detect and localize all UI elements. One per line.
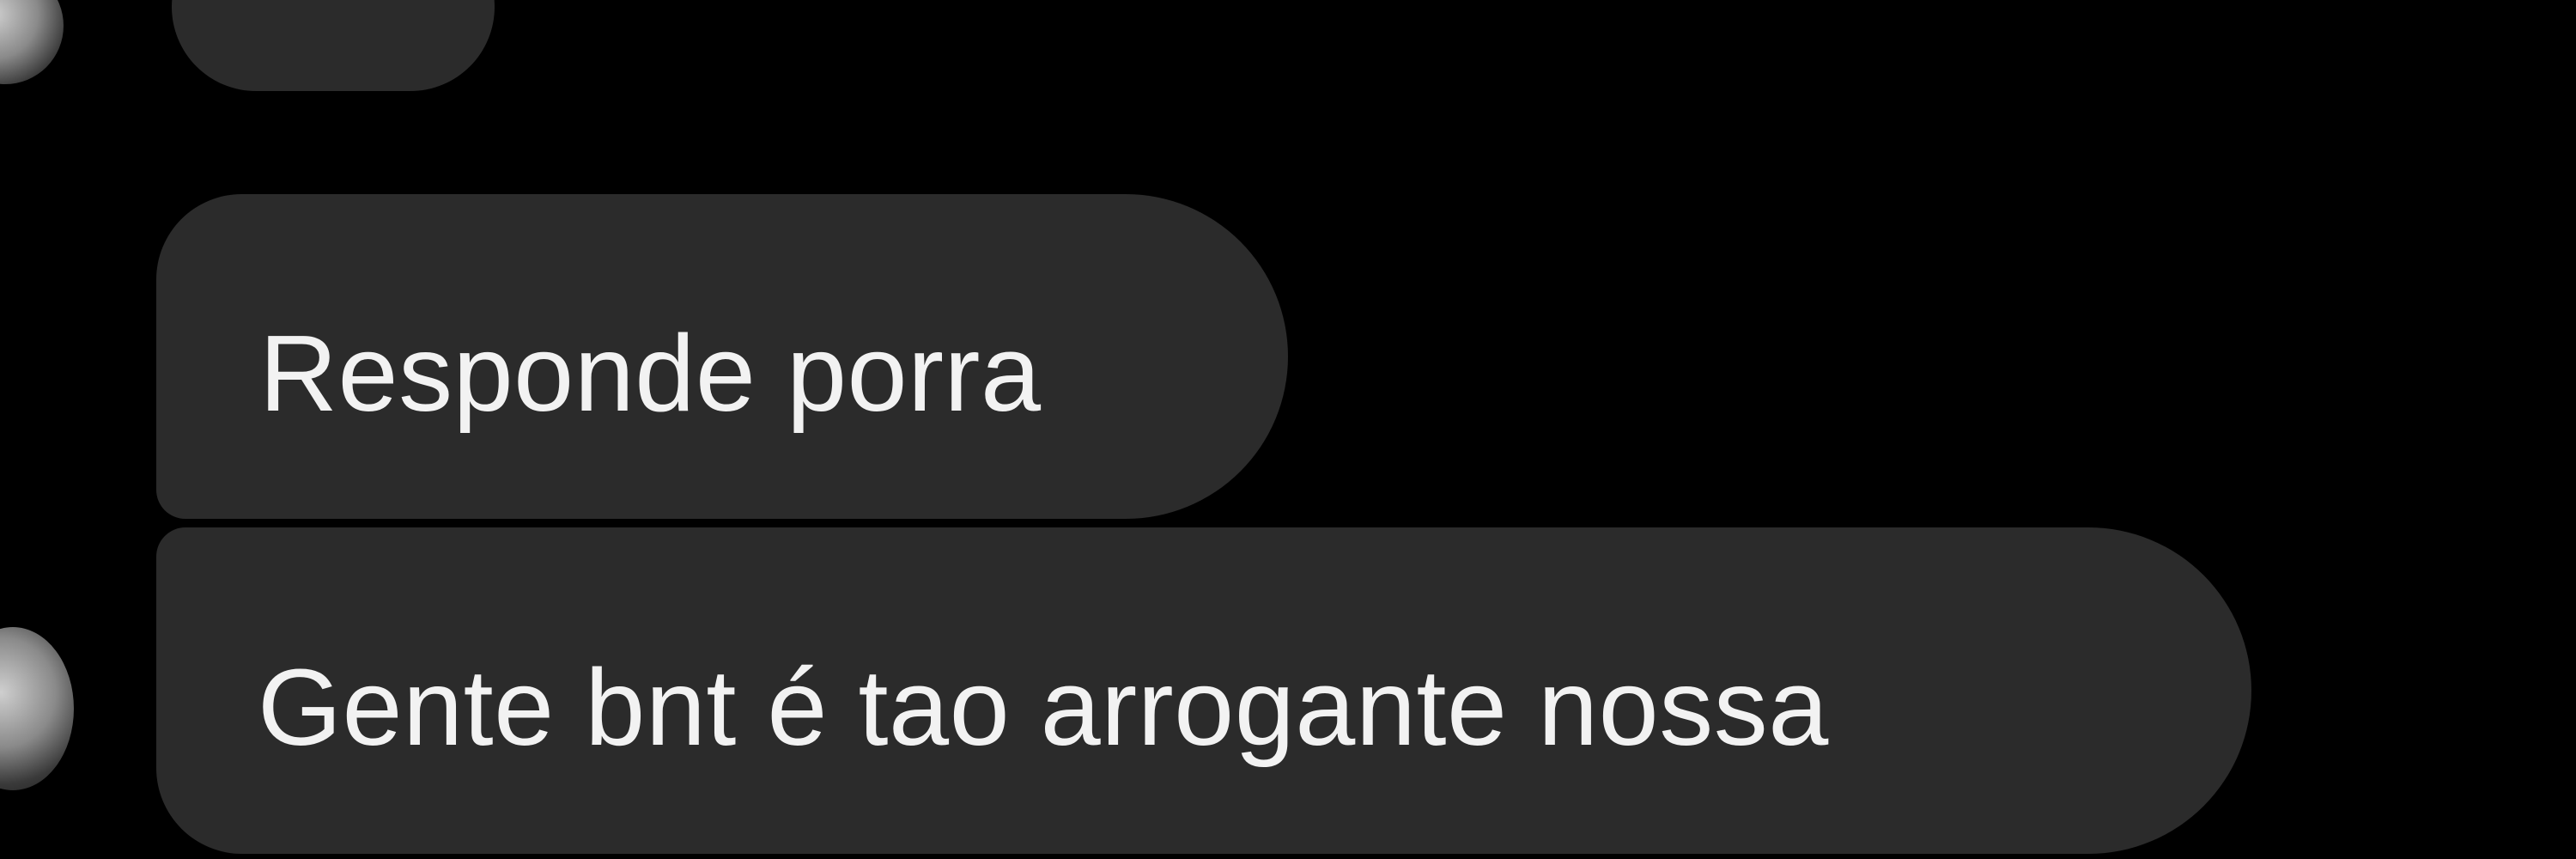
message-bubble[interactable]: Responde porra <box>156 194 1288 519</box>
message-bubble-partial[interactable] <box>172 0 495 91</box>
message-text: Gente bnt é tao arrogante nossa <box>258 647 1829 768</box>
sender-avatar[interactable] <box>0 0 64 84</box>
message-bubble[interactable]: Gente bnt é tao arrogante nossa <box>156 527 2251 854</box>
chat-conversation: Responde porra Gente bnt é tao arrogante… <box>0 0 2576 859</box>
message-text: Responde porra <box>259 313 1042 434</box>
sender-avatar[interactable] <box>0 627 74 790</box>
